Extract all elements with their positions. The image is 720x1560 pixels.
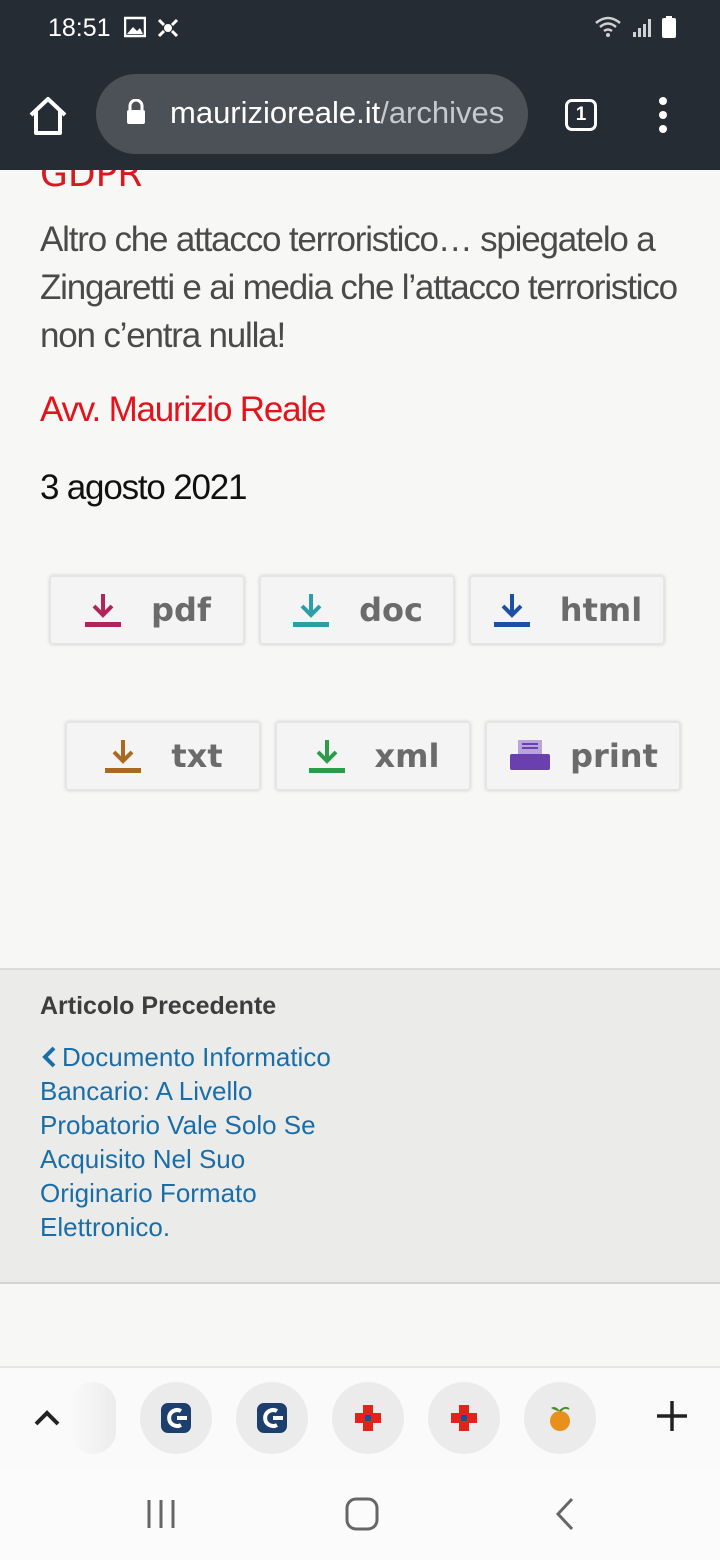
tab-cross[interactable] bbox=[332, 1382, 404, 1454]
system-navigation-bar bbox=[0, 1468, 720, 1560]
status-bar: 18:51 bbox=[0, 0, 720, 60]
url-text[interactable]: maurizioreale.it/archives bbox=[170, 95, 510, 131]
tab-switcher-button[interactable]: 1 bbox=[565, 99, 597, 131]
tab-edge-fade bbox=[70, 1382, 116, 1454]
lock-icon bbox=[127, 99, 145, 124]
download-label: xml bbox=[374, 737, 440, 775]
tab-cross[interactable] bbox=[428, 1382, 500, 1454]
previous-article-title: Documento Informatico Bancario: A Livell… bbox=[40, 1042, 331, 1242]
download-icon bbox=[85, 594, 122, 627]
download-doc-button[interactable]: doc bbox=[260, 576, 454, 644]
printer-icon bbox=[510, 740, 551, 770]
download-pdf-button[interactable]: pdf bbox=[50, 576, 244, 644]
recent-apps-icon[interactable] bbox=[144, 1496, 178, 1532]
download-html-button[interactable]: html bbox=[470, 576, 664, 644]
cc-logo-icon bbox=[161, 1403, 191, 1433]
previous-article-heading: Articolo Precedente bbox=[40, 992, 277, 1020]
tab-cc[interactable] bbox=[140, 1382, 212, 1454]
download-icon bbox=[493, 594, 530, 627]
home-icon[interactable] bbox=[26, 94, 70, 138]
download-txt-button[interactable]: txt bbox=[66, 722, 260, 790]
chevron-left-icon bbox=[42, 1046, 56, 1068]
print-label: print bbox=[570, 737, 658, 775]
article-author: Avv. Maurizio Reale bbox=[40, 390, 326, 429]
previous-article-link[interactable]: Documento Informatico Bancario: A Livell… bbox=[40, 1040, 360, 1244]
address-bar[interactable]: maurizioreale.it/archives bbox=[96, 74, 528, 154]
vpn-icon bbox=[157, 18, 179, 38]
more-menu-icon[interactable] bbox=[652, 96, 674, 134]
download-icon bbox=[293, 594, 330, 627]
tab-orange[interactable] bbox=[524, 1382, 596, 1454]
article-content: GDPR Altro che attacco terroristico… spi… bbox=[0, 170, 720, 970]
tab-strip bbox=[0, 1366, 720, 1470]
chevron-up-icon[interactable] bbox=[30, 1402, 64, 1432]
back-icon[interactable] bbox=[550, 1496, 580, 1532]
download-icon bbox=[308, 740, 345, 773]
clock: 18:51 bbox=[48, 14, 111, 42]
tab-cc[interactable] bbox=[236, 1382, 308, 1454]
previous-article-section: Articolo Precedente Documento Informatic… bbox=[0, 968, 720, 1284]
cc-logo-icon bbox=[257, 1403, 287, 1433]
browser-chrome: 18:51 maurizioreale.it/archives 1 bbox=[0, 0, 720, 170]
url-path: /archives bbox=[380, 95, 505, 130]
print-button[interactable]: print bbox=[486, 722, 680, 790]
new-tab-icon[interactable] bbox=[654, 1398, 690, 1434]
article-body: Altro che attacco terroristico… spiegate… bbox=[40, 220, 678, 355]
download-xml-button[interactable]: xml bbox=[276, 722, 470, 790]
red-cross-icon bbox=[451, 1405, 477, 1431]
home-nav-icon[interactable] bbox=[344, 1496, 380, 1532]
red-cross-icon bbox=[355, 1405, 381, 1431]
signal-icon bbox=[633, 19, 651, 37]
download-label: txt bbox=[171, 737, 223, 775]
gallery-icon bbox=[124, 16, 146, 38]
wifi-icon bbox=[595, 16, 621, 37]
download-label: html bbox=[559, 591, 643, 629]
download-icon bbox=[105, 740, 142, 773]
download-label: doc bbox=[359, 591, 423, 629]
article-date: 3 agosto 2021 bbox=[40, 468, 247, 507]
url-domain: maurizioreale.it bbox=[170, 95, 381, 130]
article-title-partial: GDPR bbox=[40, 170, 143, 195]
download-label: pdf bbox=[151, 591, 211, 629]
battery-icon bbox=[662, 16, 676, 38]
orange-icon bbox=[550, 1406, 570, 1431]
